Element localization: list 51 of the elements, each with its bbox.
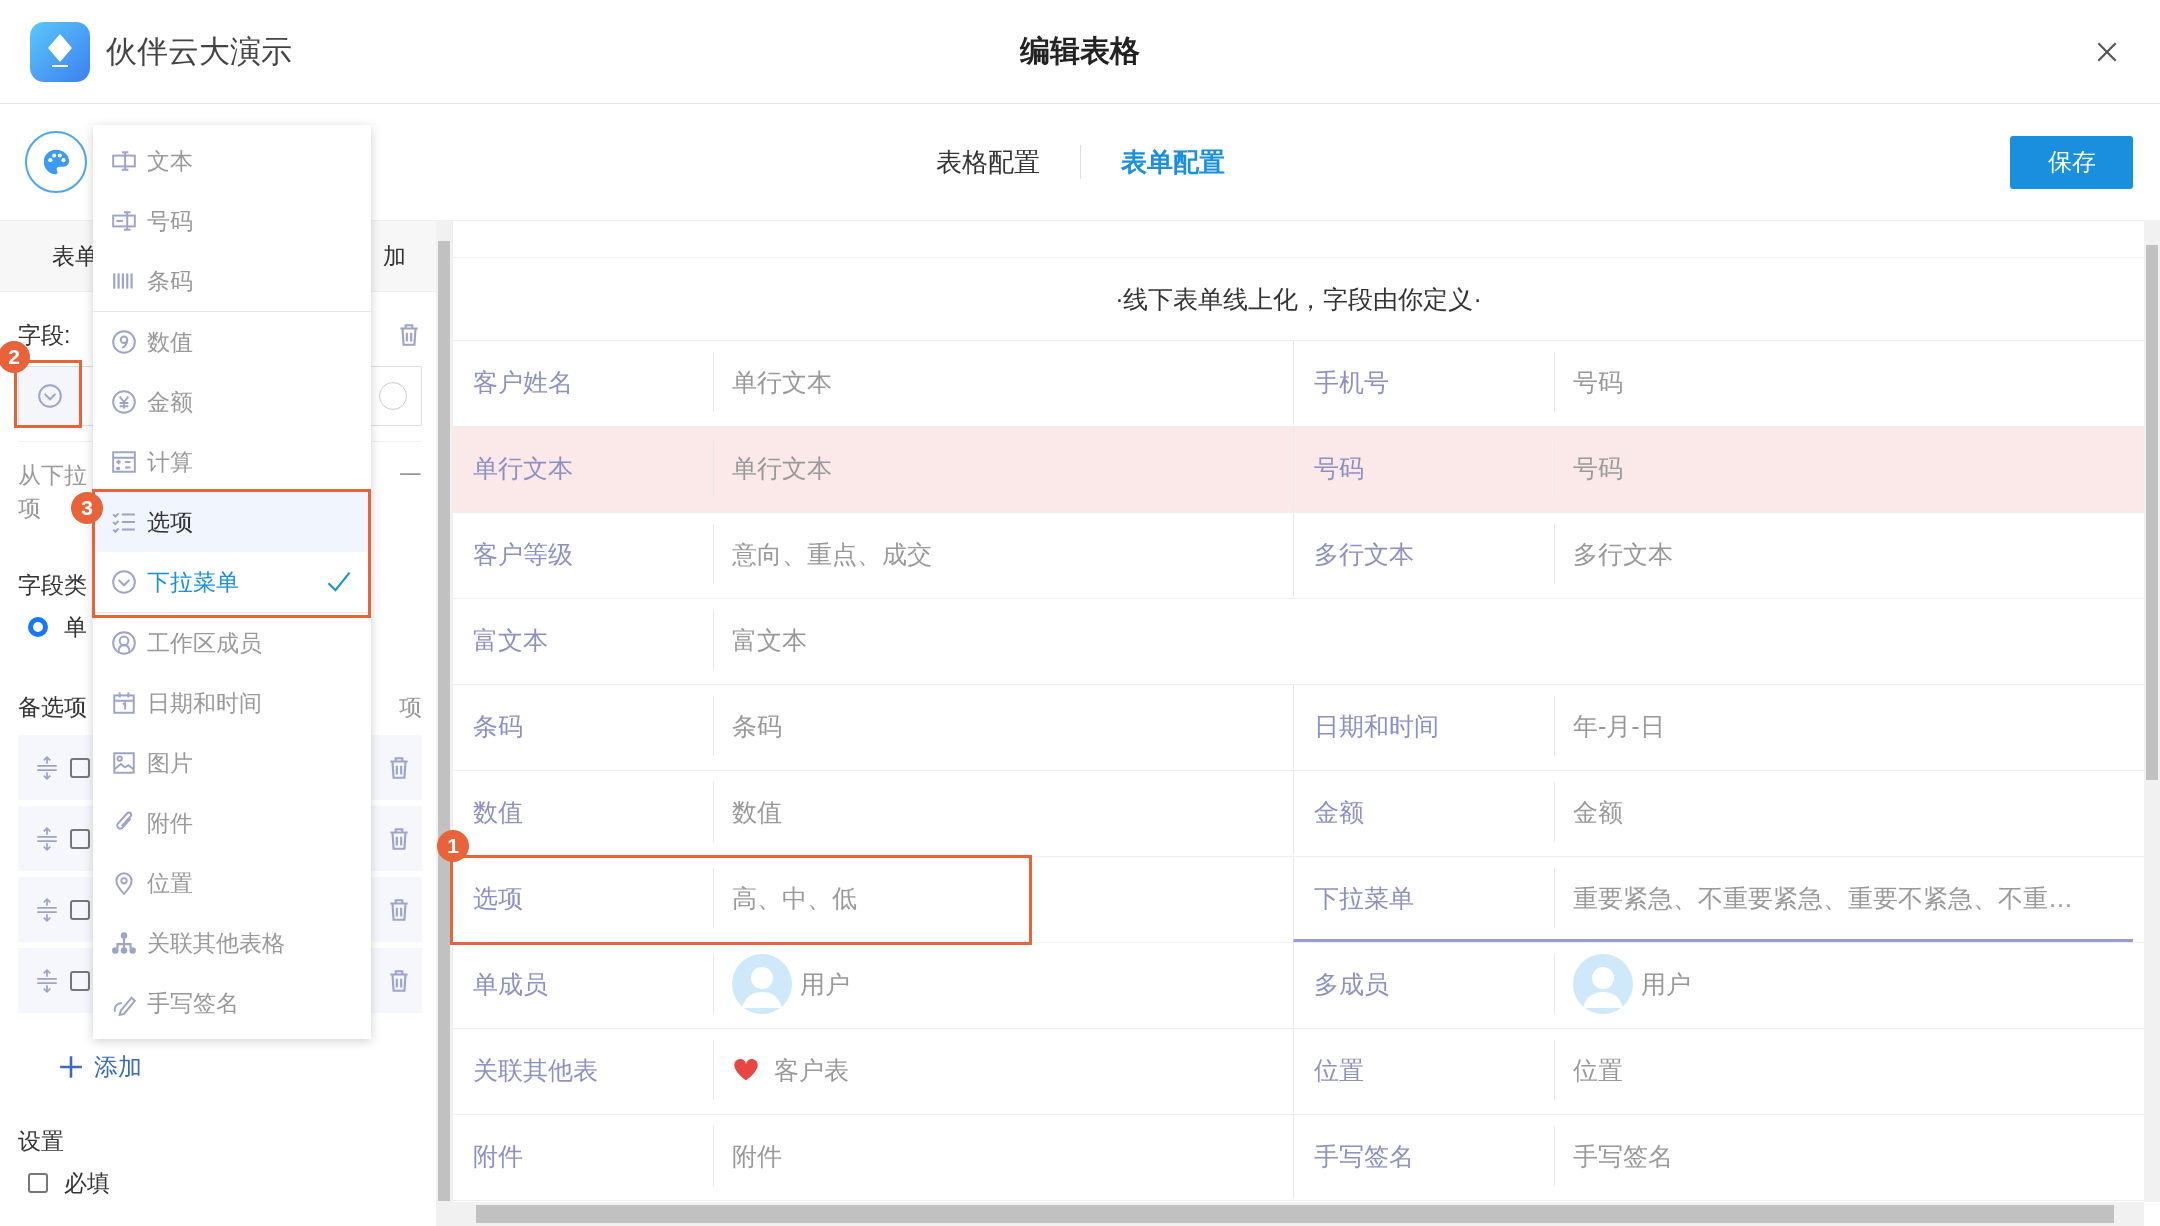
field-value: 附件: [732, 1140, 782, 1172]
field-value: 用户: [1641, 968, 1691, 1000]
field-label: 单行文本: [472, 452, 574, 484]
field-value: 富文本: [732, 624, 807, 656]
field-value: 金额: [1573, 796, 1623, 828]
form-heading: ·线下表单线上化，字段由你定义·: [1115, 283, 1482, 315]
field-label: 多成员: [1313, 968, 1390, 1000]
field-value: 条码: [732, 710, 782, 742]
app-name: 伙伴云大演示: [106, 32, 292, 71]
field-value: 手写签名: [1573, 1140, 1673, 1172]
field-label: 位置: [1313, 1054, 1365, 1086]
hint-text: 一: [399, 461, 422, 490]
field-label: 日期和时间: [1313, 710, 1440, 742]
field-value: 意向、重点、成交: [732, 538, 932, 570]
field-value: 用户: [800, 968, 850, 1000]
field-value: 年-月-日: [1573, 710, 1665, 742]
hint-text: 项: [18, 494, 41, 523]
field-value: 数值: [732, 796, 782, 828]
field-value: 重要紧急、不重要紧急、重要不紧急、不重…: [1573, 882, 2073, 914]
field-value: 客户表: [774, 1054, 849, 1086]
section-label: 备选项: [18, 692, 87, 722]
field-value: 位置: [1573, 1054, 1623, 1086]
section-label: 设置: [18, 1126, 64, 1156]
field-label: 手机号: [1313, 366, 1390, 398]
field-label: 富文本: [472, 624, 549, 656]
field-label: 条码: [472, 710, 524, 742]
field-value: 单行文本: [732, 452, 832, 484]
section-label: 字段类: [18, 570, 87, 600]
field-label: 关联其他表: [472, 1054, 599, 1086]
window-title: 编辑表格: [1020, 33, 1140, 69]
field-value: 高、中、低: [732, 882, 857, 914]
field-label: 数值: [472, 796, 524, 828]
field-label: 号码: [1313, 452, 1365, 484]
field-label: 客户等级: [472, 538, 574, 570]
field-value: 单行文本: [732, 366, 832, 398]
field-value: 号码: [1573, 366, 1623, 398]
checkbox-label: 必填: [64, 1168, 110, 1198]
field-label: 金额: [1313, 796, 1365, 828]
field-value: 号码: [1573, 452, 1623, 484]
field-label: 手写签名: [1313, 1140, 1415, 1172]
field-label: 选项: [472, 882, 524, 914]
step-badge: 3: [71, 492, 103, 524]
radio-label: 单: [64, 612, 87, 642]
field-label: 下拉菜单: [1313, 882, 1415, 914]
field-value: 多行文本: [1573, 538, 1673, 570]
field-label: 多行文本: [1313, 538, 1415, 570]
field-label: 附件: [472, 1140, 524, 1172]
options-label: 项: [399, 692, 422, 722]
field-label: 客户姓名: [472, 366, 574, 398]
hint-text: 从下拉: [18, 461, 87, 490]
field-label: 单成员: [472, 968, 549, 1000]
